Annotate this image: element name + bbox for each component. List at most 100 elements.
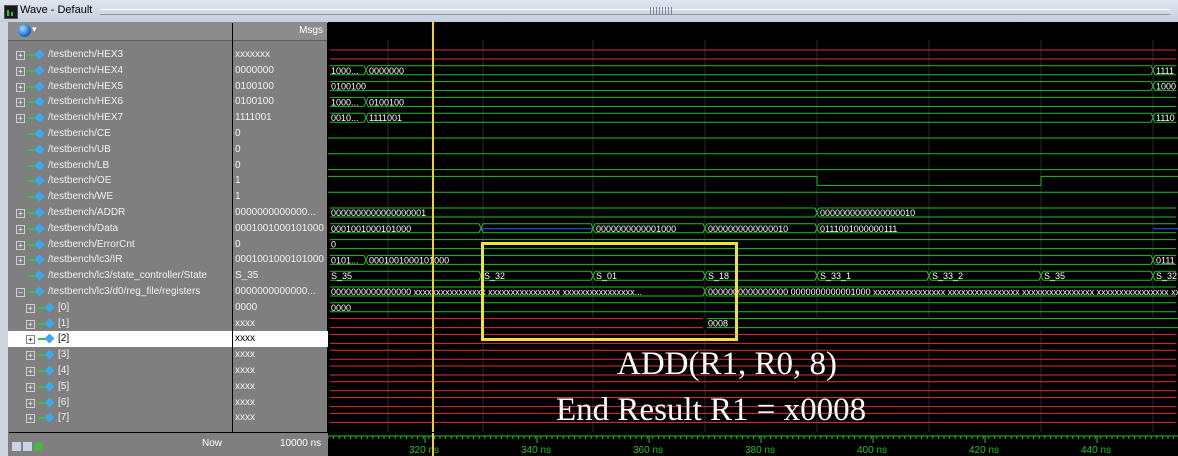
signal-name: /testbench/OE (48, 175, 112, 187)
signal-name: /testbench/LB (48, 159, 110, 171)
signal-icon (38, 350, 54, 360)
signal-icon (28, 255, 44, 265)
title-grip (100, 9, 1170, 15)
signal-msg-value: xxxx (235, 396, 255, 408)
signal-row[interactable]: + /testbench/HEX6 (8, 94, 232, 110)
cursor-marker[interactable] (432, 22, 434, 40)
time-ruler[interactable]: 320 ns 340 ns 360 ns 380 ns 400 ns 420 ns 440 … (328, 433, 1178, 456)
bus-value-label: 0000000000000000001 (331, 208, 426, 218)
expand-icon[interactable]: + (26, 398, 35, 408)
signal-name: [7] (58, 412, 70, 424)
bus-value-label: 0101... (331, 255, 359, 265)
signal-msg-value: xxxx (235, 349, 255, 361)
ruler-tick-label: 420 ns (969, 445, 999, 456)
signal-name: /testbench/UB (48, 143, 111, 155)
signal-icon (28, 224, 44, 234)
signal-msg-value: 0100100 (235, 80, 274, 92)
cursor-add-icon[interactable] (12, 442, 21, 451)
title-bar[interactable]: Wave - Default (0, 0, 1178, 23)
bus-value-label: 0001001000101000 (331, 224, 411, 234)
expand-icon[interactable]: + (16, 114, 25, 124)
signal-row[interactable]: + [1] (8, 316, 232, 332)
expand-icon[interactable]: + (16, 224, 25, 234)
signal-row[interactable]: + /testbench/Data (8, 221, 232, 237)
cursor-tools[interactable] (12, 438, 52, 451)
signal-row[interactable]: /testbench/lc3/state_controller/State (8, 268, 232, 284)
signal-row[interactable]: + /testbench/lc3/IR (8, 252, 232, 268)
expand-icon[interactable]: + (26, 367, 35, 376)
expand-icon[interactable]: + (16, 240, 25, 250)
signal-row[interactable]: + [7] (8, 410, 232, 426)
bus-value-label: 0 (331, 240, 336, 250)
now-value: 10000 ns (280, 438, 322, 449)
signal-msg-value: xxxx (233, 331, 329, 348)
expand-icon[interactable]: + (26, 303, 35, 313)
signal-msg-value: 1 (235, 191, 241, 203)
bus-value-label: 0000000000001000 (596, 224, 676, 234)
expand-icon[interactable]: + (26, 319, 35, 329)
signal-icon (38, 413, 54, 423)
expand-icon[interactable]: + (16, 51, 25, 60)
expand-icon[interactable]: + (16, 256, 25, 266)
signal-name: /testbench/HEX5 (48, 80, 124, 92)
ruler-tick-label: 340 ns (521, 445, 551, 456)
signal-row[interactable]: /testbench/CE (8, 126, 232, 142)
expand-icon[interactable]: + (26, 382, 35, 392)
signal-name: /testbench/HEX7 (48, 112, 124, 124)
signal-name: /testbench/ADDR (48, 207, 126, 218)
signal-icon (28, 192, 44, 202)
signal-row[interactable]: + /testbench/HEX7 (8, 110, 232, 126)
signal-row[interactable]: + [4] (8, 363, 232, 379)
cursor-green-icon[interactable] (34, 442, 43, 451)
signal-icon (38, 366, 54, 376)
bus-value-label: 0001001000101000 (369, 255, 449, 265)
bus-value-label: 1000 (1156, 82, 1176, 92)
bus-value-label: 1000... (331, 66, 359, 76)
expand-icon[interactable]: + (26, 335, 35, 345)
ruler-tick-label: 380 ns (745, 445, 775, 456)
signal-row[interactable]: /testbench/WE (8, 189, 232, 205)
expand-icon[interactable]: + (16, 209, 25, 218)
signal-row[interactable]: + /testbench/ErrorCnt (8, 237, 232, 253)
cursor-lock-icon[interactable] (23, 442, 32, 451)
signal-name: /testbench/HEX4 (48, 64, 124, 76)
signal-row[interactable]: − /testbench/lc3/d0/reg_file/registers (8, 284, 232, 300)
signal-row[interactable]: + /testbench/ADDR (8, 205, 232, 221)
signal-row[interactable]: /testbench/UB (8, 142, 232, 158)
signal-name: /testbench/lc3/state_controller/State (48, 270, 207, 282)
bus-value-label: S_33_1 (820, 271, 851, 281)
messages-pane[interactable]: Msgs xxxxxxx 0000000 0100100 0100100 1111001… (233, 22, 329, 432)
globe-icon[interactable] (18, 24, 31, 37)
signal-name: /testbench/HEX6 (48, 96, 124, 108)
signal-msg-value: 0 (235, 159, 241, 171)
signal-row[interactable]: + [6] (8, 395, 232, 411)
bus-value-label: 1110 (1156, 113, 1175, 123)
time-cursor[interactable] (432, 40, 434, 432)
expand-icon[interactable]: + (26, 351, 35, 361)
signal-row[interactable]: + /testbench/HEX4 (8, 63, 232, 79)
signal-row[interactable]: /testbench/OE (8, 173, 232, 189)
signal-row[interactable]: + [0] (8, 300, 232, 316)
expand-icon[interactable]: + (16, 82, 25, 92)
window-title: Wave - Default (20, 4, 93, 16)
signal-row[interactable]: + /testbench/HEX5 (8, 79, 232, 95)
expand-icon[interactable]: + (26, 414, 35, 424)
signal-row[interactable]: + [2] (8, 331, 232, 348)
signal-msg-value: 0001001000101000 (235, 222, 324, 234)
chevron-down-icon[interactable]: ▾ (32, 24, 38, 37)
signal-names-pane[interactable]: ▾ + /testbench/HEX3 + /testbench/HEX4 + /test… (8, 22, 232, 432)
title-grip-handle[interactable] (650, 7, 674, 15)
signal-row[interactable]: + /testbench/HEX3 (8, 47, 232, 63)
expand-icon[interactable]: + (16, 98, 25, 108)
collapse-icon[interactable]: − (16, 288, 25, 297)
expand-icon[interactable]: + (16, 66, 25, 76)
signal-name: /testbench/CE (48, 128, 111, 139)
signal-row[interactable]: + [5] (8, 379, 232, 395)
signal-icon (28, 50, 44, 60)
time-ruler-canvas[interactable]: 320 ns 340 ns 360 ns 380 ns 400 ns 420 ns 440 … (328, 433, 1178, 456)
signal-msg-value: S_35 (235, 270, 259, 282)
signal-row[interactable]: + [3] (8, 347, 232, 363)
signal-name: /testbench/lc3/IR (48, 254, 123, 266)
signal-msg-value: 1 (235, 175, 241, 187)
signal-row[interactable]: /testbench/LB (8, 158, 232, 174)
